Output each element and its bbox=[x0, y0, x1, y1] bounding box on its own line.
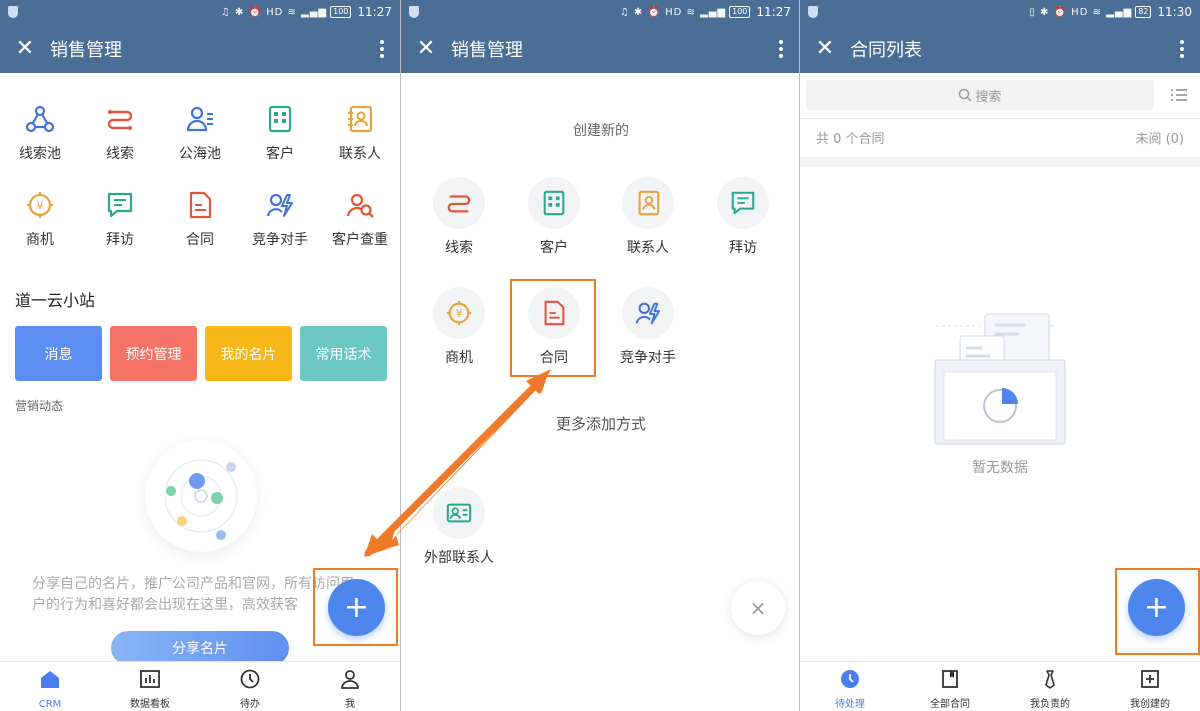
screenshot-root: ♫ ✱ ⏰ HD ≋ ▂▄▆ 100 11:27 ✕ 销售管理 线索池 线索 公… bbox=[0, 0, 1200, 711]
annotation-arrow-icon bbox=[364, 369, 551, 557]
